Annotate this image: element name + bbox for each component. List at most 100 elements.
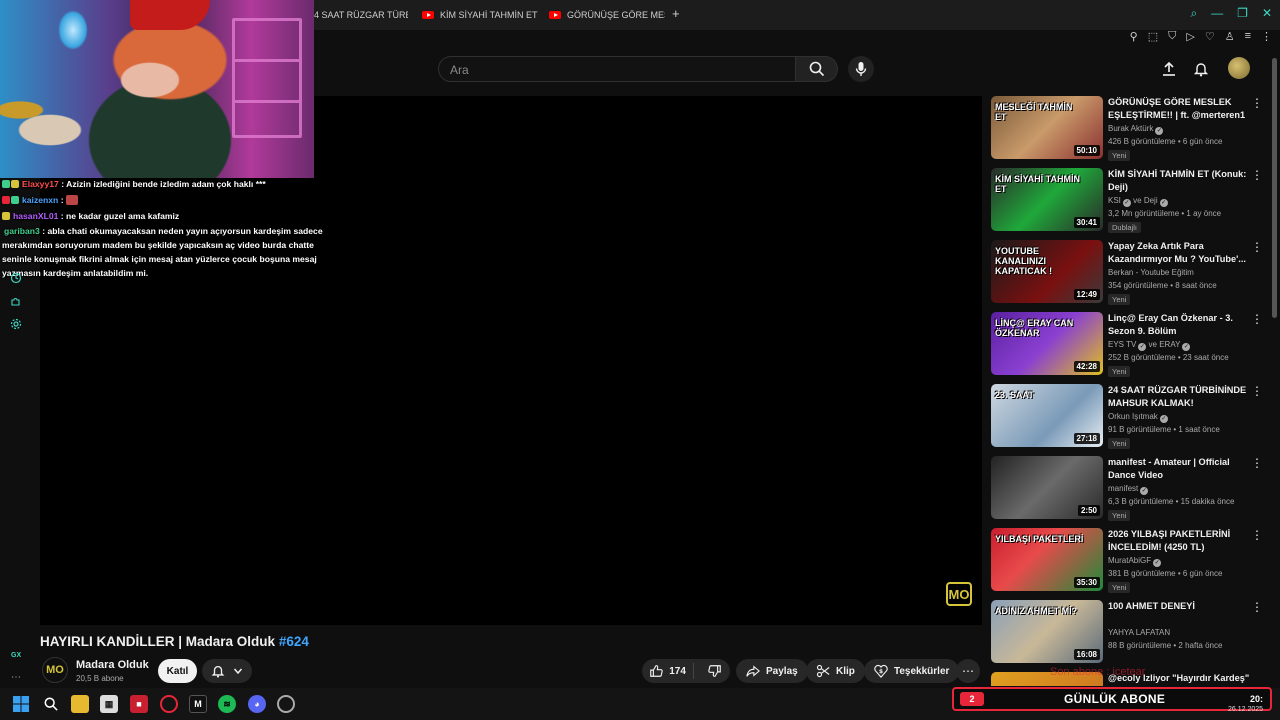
rec-menu-icon[interactable]: ⋮: [1251, 240, 1263, 254]
new-tab-button[interactable]: +: [672, 6, 680, 21]
video-thumbnail[interactable]: YOUTUBE KANALINIZI KAPATICAK ! 12:49: [991, 240, 1103, 303]
rec-co-channel[interactable]: ve ERAY: [1149, 340, 1181, 349]
rec-menu-icon[interactable]: ⋮: [1251, 528, 1263, 542]
search-icon[interactable]: [42, 695, 60, 713]
dots-icon[interactable]: ⋮: [1261, 30, 1272, 43]
rec-menu-icon[interactable]: ⋮: [1251, 456, 1263, 470]
shield-icon[interactable]: ⛉: [1168, 30, 1176, 43]
settings-gear-icon[interactable]: [9, 317, 23, 331]
recommendation-item[interactable]: YILBAŞI PAKETLERİ 35:30 2026 YILBAŞI PAKET…: [991, 528, 1271, 594]
restore-icon[interactable]: ❐: [1237, 6, 1248, 21]
channel-name[interactable]: Madara Olduk: [76, 659, 149, 671]
rec-menu-icon[interactable]: ⋮: [1251, 168, 1263, 182]
rec-channel-name[interactable]: YAHYA LAFATAN: [1108, 628, 1170, 637]
video-thumbnail[interactable]: YILBAŞI PAKETLERİ 35:30: [991, 528, 1103, 591]
like-button[interactable]: 174: [642, 663, 695, 679]
m-app-icon[interactable]: M: [189, 695, 207, 713]
subscribed-notifications-button[interactable]: [202, 659, 252, 683]
app-icon[interactable]: ▦: [100, 695, 118, 713]
video-thumbnail[interactable]: LİNÇ@ ERAY CAN ÖZKENAR 42:28: [991, 312, 1103, 375]
search-icon[interactable]: ⌕: [1190, 6, 1197, 21]
rec-title[interactable]: Yapay Zeka Artık Para Kazandırmıyor Mu ?…: [1108, 240, 1253, 265]
search-input[interactable]: Ara: [438, 56, 796, 82]
rec-channel[interactable]: MuratAbiGF ✓: [1108, 556, 1162, 567]
windows-start-icon[interactable]: [12, 695, 30, 713]
more-actions-button[interactable]: ⋯: [956, 659, 980, 683]
recommendation-item[interactable]: YOUTUBE KANALINIZI KAPATICAK ! 12:49 Yapay…: [991, 240, 1271, 306]
rec-channel[interactable]: manifest ✓: [1108, 484, 1149, 495]
rec-title[interactable]: manifest - Amateur | Official Dance Vide…: [1108, 456, 1253, 481]
spotify-icon[interactable]: ≋: [218, 695, 236, 713]
account-icon[interactable]: ♙: [1225, 30, 1235, 43]
rec-channel-name[interactable]: MuratAbiGF: [1108, 556, 1151, 565]
rec-title[interactable]: GÖRÜNÜŞE GÖRE MESLEK EŞLEŞTİRME!! | ft. …: [1108, 96, 1253, 121]
rec-title[interactable]: 24 SAAT RÜZGAR TÜRBİNİNDE MAHSUR KALMAK!: [1108, 384, 1253, 409]
chat-username[interactable]: gariban3: [4, 226, 40, 236]
browser-tab-1[interactable]: 4 SAAT RÜZGAR TÜRBİ: [314, 6, 408, 24]
menu-icon[interactable]: ≡: [1245, 30, 1251, 43]
rec-menu-icon[interactable]: ⋮: [1251, 312, 1263, 326]
chat-username[interactable]: hasanXL01: [13, 211, 58, 221]
rec-menu-icon[interactable]: ⋮: [1251, 600, 1263, 614]
history-icon[interactable]: [9, 271, 23, 285]
media-app-icon[interactable]: ■: [130, 695, 148, 713]
join-button[interactable]: Katıl: [158, 659, 197, 683]
pin-icon[interactable]: ⚲: [1130, 30, 1138, 43]
extensions-icon[interactable]: [9, 294, 23, 308]
browser-tab-3[interactable]: GÖRÜNÜŞE GÖRE MESLE: [549, 6, 665, 24]
rec-title[interactable]: Linç@ Eray Can Özkenar - 3. Sezon 9. Böl…: [1108, 312, 1253, 337]
clip-button[interactable]: Klip: [806, 659, 865, 683]
rec-title[interactable]: 2026 YILBAŞI PAKETLERİNİ İNCELEDİM! (425…: [1108, 528, 1253, 553]
rec-channel[interactable]: Burak Aktürk ✓: [1108, 124, 1164, 135]
upload-button[interactable]: [1158, 58, 1180, 80]
video-thumbnail[interactable]: ADINIZ AHMET Mİ? 16:08: [991, 600, 1103, 663]
rec-channel[interactable]: Berkan - Youtube Eğitim: [1108, 268, 1194, 277]
rec-channel-name[interactable]: EYS TV: [1108, 340, 1136, 349]
voice-search-button[interactable]: [848, 56, 874, 82]
recommendation-item[interactable]: MESLEĞİ TAHMİN ET 50:10 GÖRÜNÜŞE GÖRE MESL…: [991, 96, 1271, 162]
channel-avatar[interactable]: MO: [42, 657, 68, 683]
rec-channel[interactable]: KSI ✓ ve Deji ✓: [1108, 196, 1168, 207]
opera-gx-icon[interactable]: [160, 695, 178, 713]
search-button[interactable]: [796, 56, 838, 82]
clock-date[interactable]: 26.12.2025: [1228, 706, 1263, 713]
rec-channel-name[interactable]: Orkun Işıtmak: [1108, 412, 1158, 421]
rec-menu-icon[interactable]: ⋮: [1251, 96, 1263, 110]
file-explorer-icon[interactable]: [71, 695, 89, 713]
rec-channel-name[interactable]: Berkan - Youtube Eğitim: [1108, 268, 1194, 277]
share-button[interactable]: Paylaş: [736, 659, 808, 683]
close-icon[interactable]: ✕: [1262, 6, 1272, 21]
video-hashtag[interactable]: #624: [279, 634, 309, 649]
dislike-button[interactable]: [700, 664, 730, 678]
heart-icon[interactable]: ♡: [1205, 30, 1215, 43]
rec-channel[interactable]: EYS TV ✓ ve ERAY ✓: [1108, 340, 1191, 351]
recommendation-item[interactable]: LİNÇ@ ERAY CAN ÖZKENAR 42:28 Linç@ Eray Ca…: [991, 312, 1271, 378]
thanks-button[interactable]: $ Teşekkürler: [864, 659, 960, 683]
rec-channel-name[interactable]: manifest: [1108, 484, 1138, 493]
snapshot-icon[interactable]: ⬚: [1148, 30, 1158, 43]
video-thumbnail[interactable]: MESLEĞİ TAHMİN ET 50:10: [991, 96, 1103, 159]
rec-co-channel[interactable]: ve Deji: [1133, 196, 1157, 205]
discord-icon[interactable]: ◕: [248, 695, 266, 713]
channel-watermark[interactable]: MO: [946, 582, 972, 606]
play-icon[interactable]: ▷: [1186, 30, 1194, 43]
rec-channel[interactable]: Orkun Işıtmak ✓: [1108, 412, 1168, 423]
rec-title[interactable]: KİM SİYAHİ TAHMİN ET (Konuk: Deji): [1108, 168, 1253, 193]
video-thumbnail[interactable]: 23. SAAT 27:18: [991, 384, 1103, 447]
recommendation-item[interactable]: 23. SAAT 27:18 24 SAAT RÜZGAR TÜRBİNİNDE M…: [991, 384, 1271, 450]
browser-tab-2[interactable]: KİM SİYAHİ TAHMİN ET (: [422, 6, 538, 24]
rec-title[interactable]: 100 AHMET DENEYİ: [1108, 600, 1253, 613]
rec-menu-icon[interactable]: ⋮: [1251, 384, 1263, 398]
video-thumbnail[interactable]: 2:50: [991, 456, 1103, 519]
video-thumbnail[interactable]: KİM SİYAHİ TAHMİN ET 30:41: [991, 168, 1103, 231]
recommendation-item[interactable]: 2:50 manifest - Amateur | Official Dance …: [991, 456, 1271, 522]
user-avatar[interactable]: [1228, 57, 1250, 79]
scrollbar[interactable]: [1272, 58, 1277, 318]
clock-time[interactable]: 20:: [1250, 694, 1263, 704]
recommendation-item[interactable]: KİM SİYAHİ TAHMİN ET 30:41 KİM SİYAHİ TAHM…: [991, 168, 1271, 234]
recommendation-item[interactable]: ADINIZ AHMET Mİ? 16:08 100 AHMET DENEYİ YAH…: [991, 600, 1271, 666]
rec-channel-name[interactable]: KSI: [1108, 196, 1121, 205]
notifications-button[interactable]: [1190, 58, 1212, 80]
chat-username[interactable]: kaizenxn: [22, 195, 58, 205]
rec-channel-name[interactable]: Burak Aktürk: [1108, 124, 1153, 133]
